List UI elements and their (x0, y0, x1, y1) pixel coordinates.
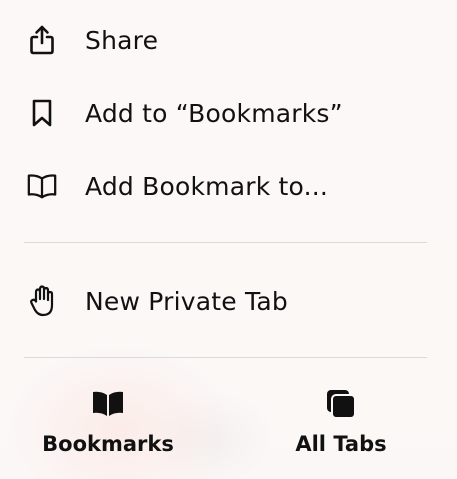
context-menu: Share Add to “Bookmarks” Add Bookmark to… (0, 0, 457, 479)
menu-divider (24, 357, 427, 358)
menu-item-add-to-bookmarks[interactable]: Add to “Bookmarks” (0, 83, 457, 143)
menu-divider (24, 242, 427, 243)
menu-item-label: Share (85, 25, 159, 55)
menu-item-new-private-tab[interactable]: New Private Tab (0, 271, 457, 331)
menu-item-share[interactable]: Share (0, 10, 457, 70)
bookmark-icon (26, 97, 58, 129)
menu-item-label: Add Bookmark to... (85, 171, 329, 201)
hand-icon (26, 285, 58, 317)
bookmarks-label: Bookmarks (42, 432, 174, 456)
tabs-icon (321, 384, 361, 424)
menu-item-label: New Private Tab (85, 286, 288, 316)
all-tabs-label: All Tabs (295, 432, 387, 456)
menu-item-label: Add to “Bookmarks” (85, 98, 343, 128)
book-icon (26, 170, 58, 202)
menu-item-add-bookmark-to[interactable]: Add Bookmark to... (0, 156, 457, 216)
share-icon (26, 24, 58, 56)
book-filled-icon (88, 384, 128, 424)
bookmarks-button[interactable]: Bookmarks (33, 384, 183, 464)
all-tabs-button[interactable]: All Tabs (266, 384, 416, 464)
